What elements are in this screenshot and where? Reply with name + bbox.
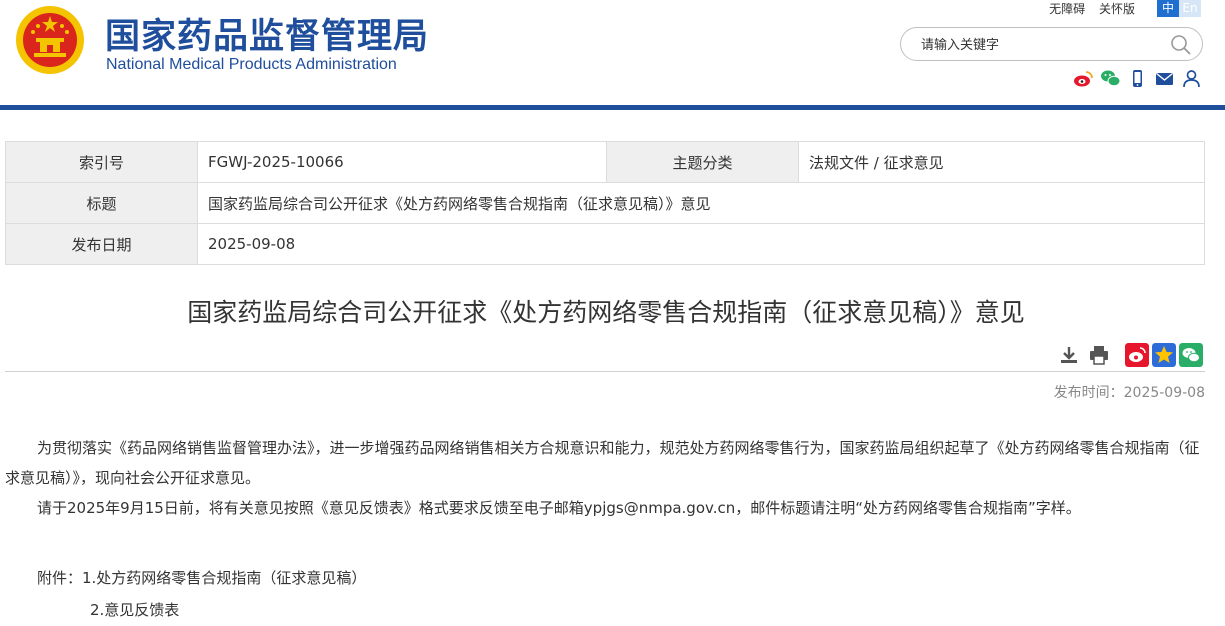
- document-info-table: 索引号 FGWJ-2025-10066 主题分类 法规文件 / 征求意见 标题 …: [5, 141, 1205, 265]
- article-paragraph: 为贯彻落实《药品网络销售监督管理办法》，进一步增强药品网络销售相关方合规意识和能…: [5, 439, 1200, 487]
- search-input[interactable]: [919, 34, 1163, 56]
- article-divider: [5, 371, 1205, 372]
- title-label: 标题: [5, 182, 198, 224]
- share-wechat-icon[interactable]: [1179, 343, 1203, 367]
- elderly-mode-link[interactable]: 关怀版: [1099, 2, 1135, 16]
- site-title-en[interactable]: National Medical Products Administration: [106, 56, 397, 74]
- mobile-icon[interactable]: [1127, 68, 1148, 89]
- attachment-link[interactable]: 附件：1.处方药网络零售合规指南（征求意见稿）: [37, 562, 366, 594]
- top-links: 无障碍 关怀版: [1039, 0, 1135, 17]
- date-value: 2025-09-08: [197, 223, 1205, 265]
- email-icon[interactable]: [1154, 68, 1175, 89]
- print-icon[interactable]: [1088, 344, 1110, 366]
- share-qzone-icon[interactable]: [1152, 343, 1176, 367]
- accessibility-link[interactable]: 无障碍: [1049, 2, 1085, 16]
- publish-time: 发布时间：2025-09-08: [1053, 385, 1205, 401]
- attachments: 附件：1.处方药网络零售合规指南（征求意见稿） 2.意见反馈表: [37, 562, 366, 626]
- download-icon[interactable]: [1058, 344, 1080, 366]
- site-header: 国家药品监督管理局 National Medical Products Admi…: [0, 0, 1225, 105]
- wechat-icon[interactable]: [1100, 68, 1121, 89]
- index-label: 索引号: [5, 141, 198, 183]
- category-label: 主题分类: [606, 141, 799, 183]
- search-icon[interactable]: [1170, 34, 1192, 56]
- social-links: [1073, 68, 1202, 89]
- title-value: 国家药监局综合司公开征求《处方药网络零售合规指南（征求意见稿）》意见: [197, 182, 1205, 224]
- national-emblem-icon: [16, 6, 84, 74]
- article-title: 国家药监局综合司公开征求《处方药网络零售合规指南（征求意见稿）》意见: [187, 298, 1025, 327]
- header-divider: [0, 105, 1225, 110]
- date-label: 发布日期: [5, 223, 198, 265]
- index-value: FGWJ-2025-10066: [197, 141, 607, 183]
- article-paragraph: 请于2025年9月15日前，将有关意见按照《意见反馈表》格式要求反馈至电子邮箱y…: [37, 499, 1081, 517]
- table-row: 发布日期 2025-09-08: [5, 223, 1205, 265]
- user-icon[interactable]: [1181, 68, 1202, 89]
- table-row: 标题 国家药监局综合司公开征求《处方药网络零售合规指南（征求意见稿）》意见: [5, 182, 1205, 224]
- share-weibo-icon[interactable]: [1125, 343, 1149, 367]
- weibo-icon[interactable]: [1073, 68, 1094, 89]
- language-switch: 中 En: [1157, 0, 1201, 17]
- attachment-link[interactable]: 2.意见反馈表: [37, 594, 366, 626]
- site-title-cn[interactable]: 国家药品监督管理局: [105, 8, 429, 59]
- search-box: [900, 27, 1203, 61]
- share-buttons: [1125, 343, 1203, 367]
- category-value: 法规文件 / 征求意见: [798, 141, 1205, 183]
- lang-cn-button[interactable]: 中: [1157, 0, 1179, 17]
- article-body: 为贯彻落实《药品网络销售监督管理办法》，进一步增强药品网络销售相关方合规意识和能…: [5, 433, 1205, 523]
- lang-en-button[interactable]: En: [1179, 0, 1201, 17]
- table-row: 索引号 FGWJ-2025-10066 主题分类 法规文件 / 征求意见: [5, 141, 1205, 183]
- article-tools: [1058, 344, 1110, 366]
